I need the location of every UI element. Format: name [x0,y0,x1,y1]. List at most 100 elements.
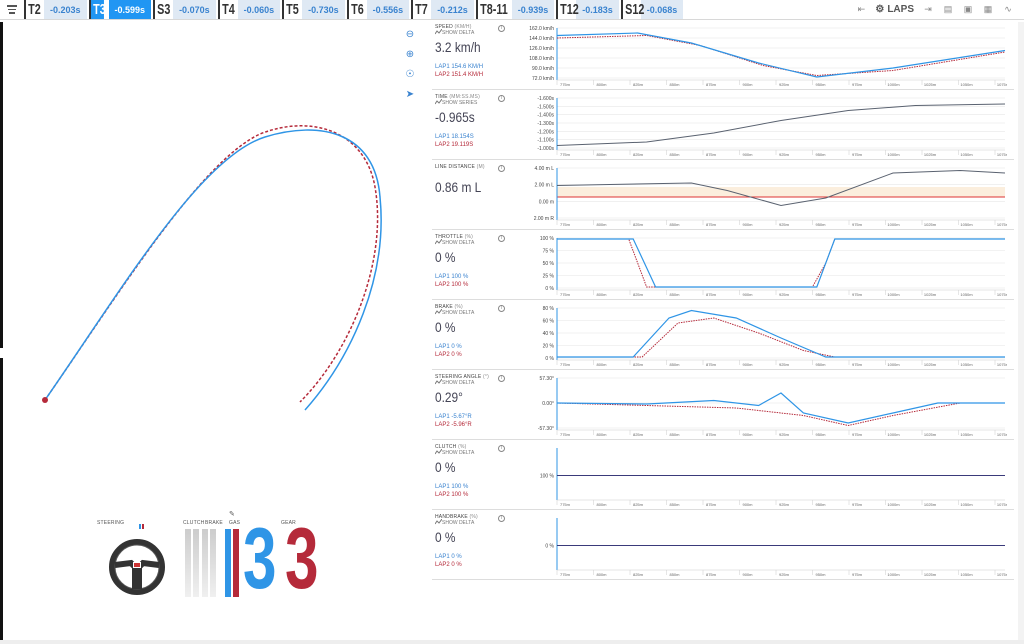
show-delta-toggle[interactable]: SHOW DELTA [442,240,474,246]
menu-icon[interactable] [0,0,22,19]
prev-lap-icon[interactable]: ⇤ [855,4,867,15]
info-icon[interactable]: i [498,165,505,172]
y-tick-label: 40 % [543,331,555,337]
zoom-in-icon[interactable]: ⊕ [402,46,418,62]
y-tick-label: 0 % [545,544,554,550]
laps-button[interactable]: ⚙ LAPS [875,4,914,15]
panel-current-value: 0.86 m L [435,179,482,195]
segment-tab-t8-11[interactable]: T8-11 -0.939s [475,0,555,19]
lap1-series-line [556,32,1006,78]
car-front-icon[interactable]: ▣ [962,4,974,15]
lap1-value: LAP1 154.6 KM/H [435,64,484,70]
y-tick-label: -57.30° [538,426,554,432]
panel-current-value: 0 % [435,249,456,265]
x-tick-label: 1050m [960,432,973,437]
info-icon[interactable]: i [498,25,505,32]
y-tick-label: 20 % [543,344,555,350]
x-tick-label: 925m [779,502,790,507]
segment-tab-t5[interactable]: T5 -0.730s [282,0,345,19]
info-icon[interactable]: i [498,515,505,522]
segment-tab-s12[interactable]: S12 -0.068s [620,0,684,19]
gas-bar-lap2 [233,529,239,597]
x-tick-label: 975m [852,432,863,437]
y-tick-label: 162.0 km/h [529,26,554,32]
zoom-out-icon[interactable]: ⊖ [402,26,418,42]
show-delta-toggle[interactable]: SHOW DELTA [442,310,474,316]
segment-name: T8-11 [479,1,508,18]
panel-chart[interactable]: 100 % 775m 800m 825m 850m 875m 900m 925m 950m 975… [517,442,1007,510]
graph-icon[interactable]: ∿ [1002,4,1014,15]
y-tick-label: 0 % [545,286,554,292]
segment-tab-s3[interactable]: S3 -0.070s [153,0,216,19]
book-icon[interactable]: ▦ [982,4,994,15]
segment-tab-t4[interactable]: T4 -0.060s [217,0,281,19]
x-tick-label: 850m [669,222,680,227]
panel-chart[interactable]: 162.0 km/h 144.0 km/h 126.0 km/h 108.0 km/h… [517,22,1007,90]
panel-chart[interactable]: 0 % 775m 800m 825m 850m 875m 900m 925m 950m 975m 1… [517,512,1007,580]
x-tick-label: 850m [669,292,680,297]
x-tick-label: 1075m [997,292,1007,297]
x-tick-label: 1075m [997,432,1007,437]
show-delta-toggle[interactable]: SHOW DELTA [442,450,474,456]
panel-chart[interactable]: -1.600s -1.500s -1.400s -1.300s -1.200s -1.10… [517,92,1007,160]
y-tick-label: 75 % [543,249,555,255]
x-tick-label: 775m [560,502,571,507]
segment-tab-t6[interactable]: T6 -0.556s [346,0,410,19]
info-icon[interactable]: i [498,305,505,312]
gas-bar-lap1 [225,529,231,597]
steering-marker-lap1 [139,524,141,529]
x-tick-label: 1025m [924,502,937,507]
panel-chart[interactable]: 100 % 75 % 50 % 25 % 0 % 775m 800m 825m 850m 875m… [517,232,1007,300]
x-tick-label: 875m [706,222,717,227]
lap1-value: LAP1 0 % [435,554,462,560]
graph-panel-time: TIME (MM:SS.MS) SHOW SERIES -0.965s LAP1 18… [432,92,1014,160]
show-delta-toggle[interactable]: SHOW DELTA [442,380,474,386]
segment-tab-t7[interactable]: T7 -0.212s [411,0,474,19]
x-tick-label: 900m [742,502,753,507]
y-tick-label: -1.500s [537,104,554,110]
segment-tab-t3[interactable]: T3 -0.599s [88,0,152,19]
right-scrollbar[interactable] [1018,22,1024,644]
panel-chart[interactable]: 4.00 m L 2.00 m L 0.00 m 2.00 m R 775m 800m 82… [517,162,1007,230]
navigate-icon[interactable]: ➤ [402,86,418,102]
trend-icon [435,519,442,525]
graph-panel-steering-angle: STEERING ANGLE (°) SHOW DELTA 0.29° LAP1 -5… [432,372,1014,440]
next-lap-icon[interactable]: ⇥ [922,4,934,15]
info-icon[interactable]: i [498,375,505,382]
brake-label: BRAKE [205,520,223,526]
show-delta-toggle[interactable]: SHOW DELTA [442,30,474,36]
info-icon[interactable]: i [498,235,505,242]
panel-current-value: -0.965s [435,109,475,125]
car-icon[interactable]: ▤ [942,4,954,15]
segment-tab-t2[interactable]: T2 -0.203s [24,0,87,19]
track-map[interactable] [0,22,420,522]
y-tick-label: 100 % [540,236,555,242]
x-tick-label: 950m [815,152,826,157]
panel-current-value: 0 % [435,529,456,545]
x-tick-label: 950m [815,292,826,297]
graph-panel-throttle: THROTTLE (%) SHOW DELTA 0 % LAP1 100 % LAP2 … [432,232,1014,300]
panel-chart[interactable]: 57.30° 0.00° -57.30° 775m 800m 825m 850m 875m 90… [517,372,1007,440]
segment-tab-t12[interactable]: T12 -0.183s [556,0,619,19]
x-tick-label: 975m [852,152,863,157]
x-tick-label: 775m [560,362,571,367]
segment-delta: -0.203s [44,0,87,19]
x-tick-label: 900m [742,222,753,227]
panel-title: LINE DISTANCE (M) [435,164,485,170]
show-delta-toggle[interactable]: SHOW SERIES [442,100,477,106]
compass-icon[interactable]: ☉ [402,66,418,82]
x-tick-label: 950m [815,362,826,367]
x-tick-label: 825m [633,82,644,87]
show-delta-toggle[interactable]: SHOW DELTA [442,520,474,526]
driver-inputs-panel: STEERING CLUTCH BRAKE GAS ✎ GEAR 3 3 [95,511,335,607]
panel-current-value: 0 % [435,319,456,335]
x-tick-label: 800m [596,362,607,367]
info-icon[interactable]: i [498,95,505,102]
x-tick-label: 950m [815,82,826,87]
x-tick-label: 800m [596,82,607,87]
info-icon[interactable]: i [498,445,505,452]
panel-chart[interactable]: 80 % 60 % 40 % 20 % 0 % 775m 800m 825m 850m 875m 9… [517,302,1007,370]
x-tick-label: 925m [779,222,790,227]
y-tick-label: 60 % [543,319,555,325]
x-tick-label: 825m [633,362,644,367]
